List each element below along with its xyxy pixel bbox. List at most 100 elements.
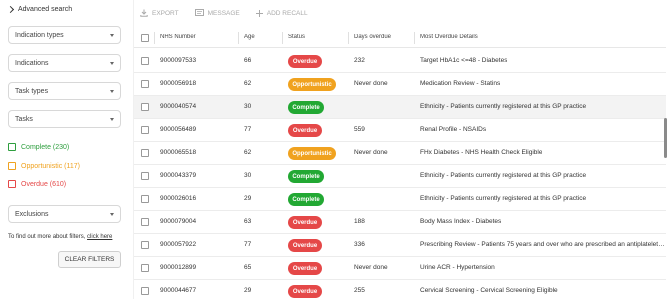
age-cell: 62	[244, 149, 252, 156]
indication-types-select[interactable]: Indication types	[8, 26, 121, 44]
nhs-number-cell: 9000012899	[160, 264, 197, 271]
status-badge: Overdue	[288, 216, 322, 229]
row-checkbox[interactable]	[141, 172, 149, 180]
nhs-number-cell: 9000097533	[160, 57, 197, 64]
table-row[interactable]: 9000043379 30 Complete Ethnicity - Patients…	[134, 165, 666, 188]
details-cell: Body Mass Index - Diabetes	[420, 218, 502, 225]
select-all-checkbox[interactable]	[141, 34, 149, 42]
toolbar: EXPORT MESSAGE ADD RECALL	[134, 0, 670, 26]
row-checkbox[interactable]	[141, 195, 149, 203]
row-checkbox[interactable]	[141, 264, 149, 272]
header-days-overdue[interactable]: Days overdue	[354, 34, 391, 40]
filters-help-text: To find out more about filters, click he…	[8, 234, 112, 240]
filter-overdue[interactable]: Overdue (610)	[8, 180, 66, 188]
advanced-search-toggle[interactable]: Advanced search	[6, 5, 73, 14]
filter-opportunistic-label: Opportunistic (117)	[21, 162, 81, 170]
filter-opportunistic[interactable]: Opportunistic (117)	[8, 162, 80, 170]
nhs-number-cell: 9000056489	[160, 126, 197, 133]
nhs-number-cell: 9000079004	[160, 218, 197, 225]
row-checkbox[interactable]	[141, 287, 149, 295]
details-cell: Urine ACR - Hypertension	[420, 264, 495, 271]
age-cell: 77	[244, 126, 252, 133]
days-overdue-cell: 559	[354, 126, 365, 133]
clear-filters-button[interactable]: CLEAR FILTERS	[58, 251, 121, 268]
table-row[interactable]: 9000044677 29 Overdue 255 Cervical Screening…	[134, 280, 666, 299]
row-checkbox[interactable]	[141, 80, 149, 88]
tasks-label: Tasks	[15, 115, 33, 123]
table-row[interactable]: 9000079004 63 Overdue 188 Body Mass Index - …	[134, 211, 666, 234]
details-cell: Renal Profile - NSAIDs	[420, 126, 487, 133]
status-badge: Complete	[288, 193, 324, 206]
age-cell: 63	[244, 218, 252, 225]
nhs-number-cell: 9000056918	[160, 80, 197, 87]
advanced-search-label: Advanced search	[18, 6, 73, 13]
dropdown-caret-icon	[110, 118, 114, 121]
days-overdue-cell: 188	[354, 218, 365, 225]
header-age[interactable]: Age	[244, 34, 255, 40]
task-types-label: Task types	[15, 87, 49, 95]
vertical-scrollbar[interactable]	[664, 118, 667, 158]
age-cell: 62	[244, 80, 252, 87]
nhs-number-cell: 9000026016	[160, 195, 197, 202]
task-types-select[interactable]: Task types	[8, 82, 121, 100]
chevron-right-icon	[6, 5, 15, 14]
filter-complete-label: Complete (230)	[21, 143, 70, 151]
download-icon	[140, 9, 148, 17]
opportunistic-checkbox[interactable]	[8, 162, 16, 170]
age-cell: 65	[244, 264, 252, 271]
table-row[interactable]: 9000026016 29 Complete Ethnicity - Patients…	[134, 188, 666, 211]
status-badge: Overdue	[288, 55, 322, 68]
complete-checkbox[interactable]	[8, 143, 16, 151]
details-cell: Prescribing Review - Patients 75 years a…	[420, 241, 665, 248]
indications-label: Indications	[15, 59, 49, 67]
dropdown-caret-icon	[110, 34, 114, 37]
status-badge: Complete	[288, 101, 324, 114]
header-most-overdue-details[interactable]: Most Overdue Details	[420, 34, 478, 40]
status-badge: Overdue	[288, 124, 322, 137]
column-divider	[282, 32, 283, 44]
table-row[interactable]: 9000056489 77 Overdue 559 Renal Profile - NS…	[134, 119, 666, 142]
message-icon	[194, 9, 204, 16]
details-cell: Ethnicity - Patients currently registere…	[420, 195, 587, 202]
status-badge: Overdue	[288, 262, 322, 275]
header-status[interactable]: Status	[288, 34, 305, 40]
row-checkbox[interactable]	[141, 57, 149, 65]
export-label: EXPORT	[152, 9, 179, 17]
filters-help-link[interactable]: click here	[87, 234, 112, 240]
exclusions-select[interactable]: Exclusions	[8, 205, 121, 223]
details-cell: Ethnicity - Patients currently registere…	[420, 172, 587, 179]
column-divider	[238, 32, 239, 44]
nhs-number-cell: 9000040574	[160, 103, 197, 110]
nhs-number-cell: 9000043379	[160, 172, 197, 179]
indications-select[interactable]: Indications	[8, 54, 121, 72]
row-checkbox[interactable]	[141, 126, 149, 134]
plus-icon	[255, 9, 263, 17]
tasks-select[interactable]: Tasks	[8, 110, 121, 128]
row-checkbox[interactable]	[141, 241, 149, 249]
indication-types-label: Indication types	[15, 31, 64, 39]
days-overdue-cell: Never done	[354, 80, 388, 87]
overdue-checkbox[interactable]	[8, 180, 16, 188]
days-overdue-cell: 255	[354, 287, 365, 294]
header-nhs-number[interactable]: NHS Number	[160, 34, 196, 40]
details-cell: Cervical Screening - Cervical Screening …	[420, 287, 558, 294]
filter-complete[interactable]: Complete (230)	[8, 143, 69, 151]
details-cell: Medication Review - Statins	[420, 80, 501, 87]
message-button[interactable]: MESSAGE	[194, 9, 240, 17]
table-row[interactable]: 9000040574 30 Complete Ethnicity - Patients…	[134, 96, 666, 119]
nhs-number-cell: 9000044677	[160, 287, 197, 294]
table-row[interactable]: 9000012899 65 Overdue Never done Urine ACR -…	[134, 257, 666, 280]
filters-help-label: To find out more about filters,	[8, 234, 86, 240]
row-checkbox[interactable]	[141, 149, 149, 157]
add-recall-button[interactable]: ADD RECALL	[255, 9, 308, 17]
table-row[interactable]: 9000065518 62 Opportunistic Never done FHx D…	[134, 142, 666, 165]
days-overdue-cell: Never done	[354, 264, 388, 271]
table-row[interactable]: 9000057922 77 Overdue 336 Prescribing Review…	[134, 234, 666, 257]
column-divider	[348, 32, 349, 44]
row-checkbox[interactable]	[141, 218, 149, 226]
table-row[interactable]: 9000097533 66 Overdue 232 Target HbA1c <=48 …	[134, 50, 666, 73]
export-button[interactable]: EXPORT	[140, 9, 179, 17]
status-badge: Overdue	[288, 239, 322, 252]
row-checkbox[interactable]	[141, 103, 149, 111]
table-row[interactable]: 9000056918 62 Opportunistic Never done Medic…	[134, 73, 666, 96]
